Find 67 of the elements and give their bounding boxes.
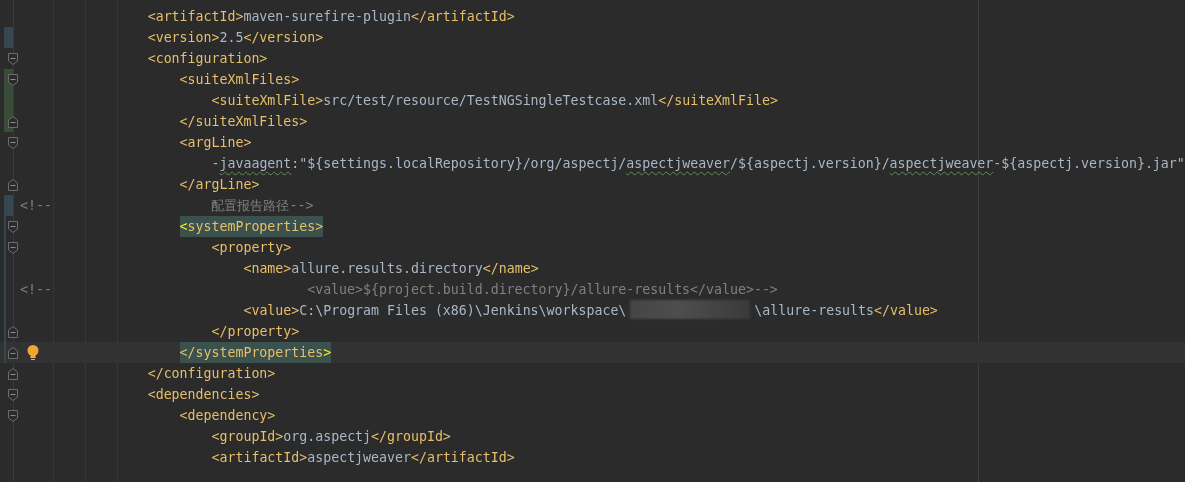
- fold-icon[interactable]: [8, 389, 18, 401]
- code-text: 2.5: [219, 29, 244, 47]
- change-marker[interactable]: [4, 237, 6, 258]
- xml-tag: </artifactId>: [410, 6, 515, 27]
- code-text: \allure-results: [754, 302, 875, 320]
- code-comment: <!-- <value>${project.build.directory}/allure-results</value>-->: [20, 281, 778, 299]
- xml-tag: <property>: [211, 237, 292, 258]
- xml-tag: </suiteXmlFile>: [658, 90, 778, 111]
- xml-tag: <suiteXmlFiles>: [179, 69, 300, 90]
- xml-tag: </suiteXmlFiles>: [179, 111, 308, 132]
- change-marker[interactable]: [4, 258, 6, 279]
- lightbulb-icon[interactable]: [27, 345, 39, 360]
- code-text: aspectjweaver: [307, 449, 411, 467]
- xml-tag: <dependency>: [179, 405, 276, 426]
- code-text: :"${settings.localRepository}/org/aspectj/: [291, 155, 627, 173]
- xml-tag: </version>: [243, 27, 324, 48]
- code-text: javaagent: [219, 155, 292, 173]
- code-text: maven-surefire-plugin: [243, 8, 411, 26]
- matched-bracket: >: [323, 342, 332, 363]
- xml-tag: <argLine>: [179, 132, 252, 153]
- code-text: C:\Program Files (x86)\Jenkins\workspace\: [299, 302, 627, 320]
- xml-tag: </name>: [482, 258, 539, 279]
- xml-tag: <suiteXmlFile>: [211, 90, 324, 111]
- change-marker[interactable]: [4, 300, 6, 321]
- code-text: aspectjweaver: [889, 155, 994, 173]
- change-marker[interactable]: [4, 342, 6, 363]
- change-marker[interactable]: [4, 195, 13, 216]
- fold-icon[interactable]: [8, 53, 18, 65]
- fold-icon[interactable]: [8, 116, 18, 128]
- fold-icon[interactable]: [8, 368, 18, 380]
- fold-icon[interactable]: [8, 137, 18, 149]
- fold-icon[interactable]: [8, 326, 18, 338]
- fold-icon[interactable]: [8, 410, 18, 422]
- change-marker[interactable]: [4, 216, 6, 237]
- xml-tag: </groupId>: [371, 426, 451, 447]
- xml-tag: <groupId>: [211, 426, 284, 447]
- code-text: allure.results.directory: [291, 260, 483, 278]
- xml-tag: <dependencies>: [147, 384, 260, 405]
- xml-tag: </value>: [874, 300, 938, 321]
- fold-icon[interactable]: [8, 74, 18, 86]
- code-text: /${aspectj.version}/: [730, 155, 890, 173]
- xml-tag: <name>: [243, 258, 292, 279]
- xml-tag: <value>: [243, 300, 300, 321]
- matched-bracket: <: [179, 216, 188, 237]
- code-text: aspectjweaver: [626, 155, 731, 173]
- code-text: -${aspectj.version}.jar": [993, 155, 1185, 173]
- xml-tag: </configuration>: [147, 363, 276, 384]
- xml-tag: </argLine>: [179, 174, 260, 195]
- fold-icon[interactable]: [8, 242, 18, 254]
- xml-tag: <artifactId>: [211, 447, 308, 468]
- change-marker[interactable]: [4, 321, 6, 342]
- fold-icon[interactable]: [8, 347, 18, 359]
- code-text: src/test/resource/TestNGSingleTestcase.xml: [323, 92, 659, 110]
- xml-tag: systemProperties>: [187, 216, 324, 237]
- xml-tag: </systemProperties: [179, 342, 324, 363]
- fold-icon[interactable]: [8, 179, 18, 191]
- xml-tag: </property>: [211, 321, 300, 342]
- change-marker[interactable]: [4, 279, 6, 300]
- code-text: -: [211, 155, 220, 173]
- code-comment: <!-- 配置报告路径-->: [20, 197, 314, 215]
- change-marker[interactable]: [4, 27, 13, 48]
- code-text: org.aspectj: [283, 428, 372, 446]
- xml-tag: <version>: [147, 27, 220, 48]
- xml-tag: <configuration>: [147, 48, 268, 69]
- xml-tag: <artifactId>: [147, 6, 244, 27]
- fold-icon[interactable]: [8, 221, 18, 233]
- xml-tag: </artifactId>: [410, 447, 515, 468]
